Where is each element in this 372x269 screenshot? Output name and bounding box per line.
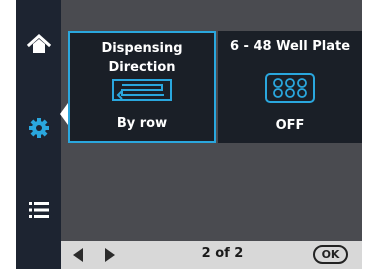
tile-title: Dispensing Direction: [101, 41, 183, 75]
bottom-nav-bar: 2 of 2 OK: [61, 241, 362, 269]
tile-title: 6 - 48 Well Plate: [229, 39, 351, 54]
tile-value: By row: [116, 116, 168, 131]
well-plate-icon: [265, 73, 315, 107]
well-plate-tile[interactable]: 6 - 48 Well Plate OFF: [218, 31, 362, 143]
row-direction-icon: [112, 79, 172, 105]
device-screen: Dispensing Direction By row 6 - 48 Well …: [16, 0, 362, 269]
active-item-pointer: [60, 103, 68, 125]
list-icon[interactable]: [16, 195, 61, 225]
tile-value: OFF: [275, 118, 305, 133]
sidebar: [16, 0, 61, 269]
ok-button[interactable]: OK: [313, 245, 348, 264]
dispensing-direction-tile[interactable]: Dispensing Direction By row: [68, 31, 216, 143]
settings-gear-icon[interactable]: [16, 113, 61, 143]
home-icon[interactable]: [16, 29, 61, 59]
